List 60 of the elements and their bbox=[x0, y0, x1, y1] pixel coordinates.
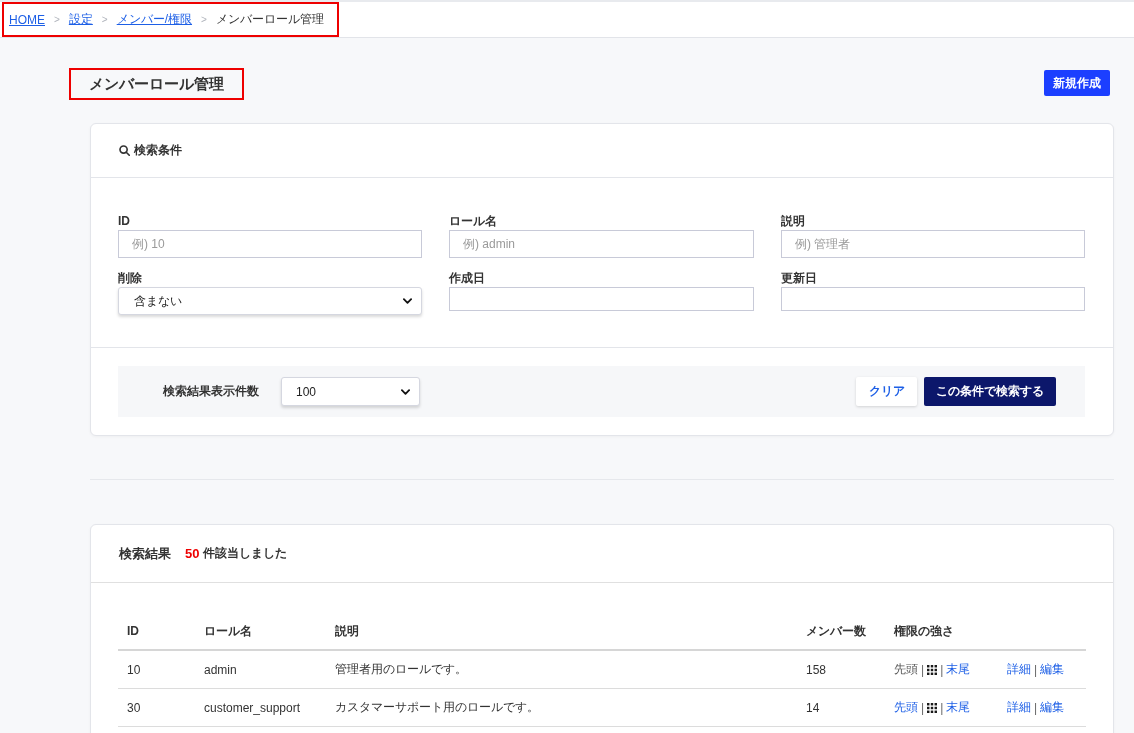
link-divider: | bbox=[940, 662, 944, 677]
breadcrumb-link[interactable]: メンバー/権限 bbox=[116, 11, 193, 28]
action-link[interactable]: 編集 bbox=[1040, 699, 1065, 716]
column-header: 説明 bbox=[326, 613, 797, 650]
breadcrumb-current: メンバーロール管理 bbox=[215, 11, 324, 28]
link-divider: | bbox=[921, 662, 925, 677]
chevron-down-icon bbox=[401, 388, 410, 395]
table-cell: 管理者用のロールです。 bbox=[326, 650, 797, 689]
new-button[interactable]: 新規作成 bbox=[1044, 70, 1110, 96]
breadcrumb-separator: > bbox=[54, 14, 60, 25]
search-button[interactable]: この条件で検索する bbox=[924, 377, 1056, 406]
field-label: 更新日 bbox=[781, 270, 818, 286]
order-link[interactable]: 先頭 bbox=[894, 699, 918, 716]
link-divider: | bbox=[940, 700, 944, 715]
column-header: メンバー数 bbox=[797, 613, 885, 650]
table-cell: カスタマーサポート用のロールです。 bbox=[326, 688, 797, 727]
link-divider: | bbox=[1034, 700, 1038, 715]
field-label: ロール名 bbox=[449, 213, 498, 229]
breadcrumb-separator: > bbox=[101, 14, 108, 25]
input-field[interactable]: 例) 10 bbox=[118, 230, 422, 258]
order-link[interactable]: 末尾 bbox=[946, 699, 971, 716]
field-label: 説明 bbox=[781, 213, 806, 229]
order-link[interactable]: 末尾 bbox=[946, 661, 971, 678]
result-count: 50 bbox=[185, 546, 200, 561]
field-label: 削除 bbox=[118, 270, 143, 286]
search-icon bbox=[119, 145, 130, 156]
link-divider: | bbox=[1034, 662, 1038, 677]
breadcrumb-link[interactable]: HOME bbox=[9, 12, 45, 27]
chevron-down-icon bbox=[403, 298, 412, 304]
table-cell: customer_support bbox=[195, 688, 326, 727]
panel-title: 検索条件 bbox=[134, 142, 182, 159]
page-size-select[interactable]: 100 bbox=[281, 377, 420, 406]
table-cell: 10 bbox=[118, 650, 195, 689]
breadcrumb-link[interactable]: 設定 bbox=[68, 11, 93, 28]
page-title: メンバーロール管理 bbox=[69, 68, 244, 100]
field-label: 作成日 bbox=[449, 270, 486, 286]
clear-button[interactable]: クリア bbox=[856, 377, 917, 406]
column-header: 権限の強さ bbox=[885, 613, 998, 650]
input-field[interactable]: 例) admin bbox=[449, 230, 754, 258]
select-field[interactable]: 含まない bbox=[118, 287, 422, 315]
table-cell: 30 bbox=[118, 688, 195, 727]
date-field[interactable] bbox=[781, 287, 1085, 311]
page-size-label: 検索結果表示件数 bbox=[163, 383, 259, 400]
input-field[interactable]: 例) 管理者 bbox=[781, 230, 1085, 258]
table-cell: admin bbox=[195, 650, 326, 689]
action-link[interactable]: 編集 bbox=[1040, 661, 1065, 678]
link-divider: | bbox=[921, 700, 925, 715]
column-header: ID bbox=[118, 613, 195, 650]
date-field[interactable] bbox=[449, 287, 754, 311]
action-link[interactable]: 詳細 bbox=[1007, 661, 1031, 678]
grid-icon[interactable] bbox=[927, 702, 938, 713]
field-label: ID bbox=[118, 213, 131, 229]
table-cell: 14 bbox=[797, 688, 885, 727]
breadcrumb-separator: > bbox=[201, 14, 207, 25]
grid-icon[interactable] bbox=[927, 664, 938, 675]
table-cell: 158 bbox=[797, 650, 885, 689]
results-title: 検索結果 bbox=[119, 544, 171, 563]
result-count-text: 件該当しました bbox=[203, 545, 288, 562]
action-link[interactable]: 詳細 bbox=[1007, 699, 1031, 716]
column-header: ロール名 bbox=[195, 613, 326, 650]
